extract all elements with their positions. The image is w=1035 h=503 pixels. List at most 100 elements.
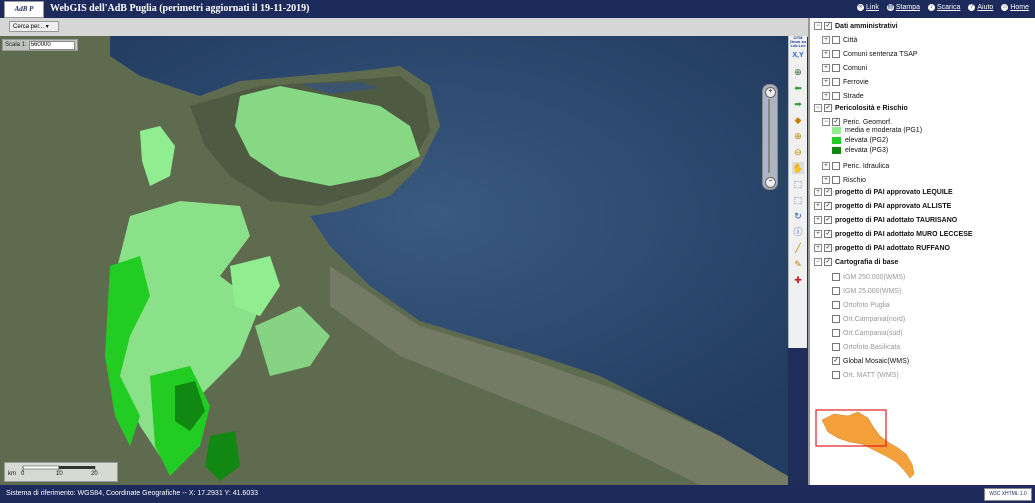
checkbox[interactable]: ✓ [824, 244, 832, 252]
zoom-in-button[interactable]: + [765, 87, 776, 98]
layer-group-pericolosita[interactable]: − ✓ Pericolosità e Rischio [814, 104, 908, 112]
layer-pai-lequile[interactable]: + ✓ progetto di PAI approvato LEQUILE [814, 188, 953, 196]
w3c-badge[interactable]: W3C XHTML 1.0 [984, 488, 1032, 501]
collapse-icon[interactable]: − [814, 258, 822, 266]
checkbox[interactable] [832, 162, 840, 170]
pin-icon[interactable]: ✚ [792, 274, 804, 286]
checkbox[interactable] [832, 176, 840, 184]
layer-ort-campania-nord[interactable]: Ort.Campania(nord) [832, 315, 905, 323]
checkbox[interactable]: ✓ [824, 258, 832, 266]
back-icon[interactable]: ⬅ [792, 82, 804, 94]
scale-label: Scala 1: [5, 42, 27, 48]
layer-peric-idraulica[interactable]: + Peric. Idraulica [822, 162, 889, 170]
link-button[interactable]: ∞ Link [857, 4, 879, 11]
expand-icon[interactable]: + [822, 162, 830, 170]
checkbox[interactable] [832, 315, 840, 323]
checkbox[interactable] [832, 287, 840, 295]
zoom-extent-icon[interactable]: ⊕ [792, 66, 804, 78]
checkbox[interactable]: ✓ [824, 22, 832, 30]
home-button[interactable]: ⌂ Home [1001, 4, 1029, 11]
checkbox[interactable]: ✓ [832, 118, 840, 126]
identify-icon[interactable]: ◆ [792, 114, 804, 126]
expand-icon[interactable]: + [822, 36, 830, 44]
checkbox[interactable] [832, 64, 840, 72]
select-box-icon[interactable]: ⬚ [792, 194, 804, 206]
layer-igm-250[interactable]: IGM 250.000(WMS) [832, 273, 905, 281]
layer-pai-muro-leccese[interactable]: + ✓ progetto di PAI adottato MURO LECCESE [814, 230, 973, 238]
layer-ortofoto-basilicata[interactable]: Ortofoto Basilicata [832, 343, 900, 351]
layer-ferrovie[interactable]: + Ferrovie [822, 78, 869, 86]
checkbox[interactable] [832, 50, 840, 58]
expand-icon[interactable]: + [822, 64, 830, 72]
help-button[interactable]: ? Aiuto [968, 4, 993, 11]
search-dropdown[interactable]: Cerca per... ▾ [9, 21, 59, 32]
layer-label: Peric. Geomorf. [843, 118, 893, 126]
pan-icon[interactable]: ✋ [792, 162, 804, 174]
refresh-icon[interactable]: ↻ [792, 210, 804, 222]
layer-comuni[interactable]: + Comuni [822, 64, 867, 72]
expand-icon[interactable]: + [814, 188, 822, 196]
zoom-out-button[interactable]: − [765, 177, 776, 188]
collapse-icon[interactable]: − [814, 22, 822, 30]
zoom-in-icon[interactable]: ⊕ [792, 130, 804, 142]
expand-icon[interactable]: + [814, 216, 822, 224]
clear-icon[interactable]: ✎ [792, 258, 804, 270]
layer-citta[interactable]: + Città [822, 36, 857, 44]
checkbox[interactable]: ✓ [824, 104, 832, 112]
expand-icon[interactable]: + [814, 230, 822, 238]
zoom-slider[interactable]: + − [762, 84, 778, 190]
expand-icon[interactable]: + [814, 202, 822, 210]
zoom-out-icon[interactable]: ⊖ [792, 146, 804, 158]
checkbox[interactable]: ✓ [824, 202, 832, 210]
download-button[interactable]: ↓ Scarica [928, 4, 960, 11]
xy-icon[interactable]: X,Y [792, 50, 804, 62]
layer-ortofoto-puglia[interactable]: Ortofoto Puglia [832, 301, 890, 309]
layer-ort-matt[interactable]: Ort. MATT (WMS) [832, 371, 899, 379]
measure-icon[interactable]: ╱ [792, 242, 804, 254]
zoom-track[interactable] [768, 99, 770, 173]
layer-igm-25[interactable]: IGM 25.000(WMS) [832, 287, 901, 295]
expand-icon[interactable]: + [814, 244, 822, 252]
expand-icon[interactable]: + [822, 78, 830, 86]
checkbox[interactable]: ✓ [824, 188, 832, 196]
layer-ort-campania-sud[interactable]: Ort.Campania(sud) [832, 329, 903, 337]
print-button[interactable]: ▤ Stampa [886, 4, 920, 11]
checkbox[interactable] [832, 36, 840, 44]
overview-map[interactable] [814, 402, 922, 482]
checkbox[interactable] [832, 92, 840, 100]
checkbox[interactable]: ✓ [824, 216, 832, 224]
info-icon[interactable]: ⓘ [792, 226, 804, 238]
scale-input[interactable] [28, 40, 75, 50]
collapse-icon[interactable]: − [814, 104, 822, 112]
checkbox[interactable]: ✓ [824, 230, 832, 238]
forward-icon[interactable]: ➡ [792, 98, 804, 110]
layer-pai-taurisano[interactable]: + ✓ progetto di PAI adottato TAURISANO [814, 216, 957, 224]
layer-label: progetto di PAI adottato RUFFANO [835, 244, 950, 252]
checkbox[interactable]: ✓ [832, 357, 840, 365]
checkbox[interactable] [832, 273, 840, 281]
layer-pai-ruffano[interactable]: + ✓ progetto di PAI adottato RUFFANO [814, 244, 950, 252]
map-canvas[interactable]: Scala 1: + − km 0 10 20 [0, 36, 788, 485]
layer-peric-geomorf[interactable]: − ✓ Peric. Geomorf. [822, 118, 892, 126]
layer-rischio[interactable]: + Rischio [822, 176, 866, 184]
select-point-icon[interactable]: ⬚ [792, 178, 804, 190]
expand-icon[interactable]: + [822, 50, 830, 58]
satellite-map[interactable] [0, 36, 788, 485]
layer-global-mosaic[interactable]: ✓ Global Mosaic(WMS) [832, 357, 909, 365]
checkbox[interactable] [832, 78, 840, 86]
layer-comuni-tsap[interactable]: + Comuni sentenza TSAP [822, 50, 918, 58]
adb-logo[interactable]: AdB P [4, 1, 44, 18]
collapse-icon[interactable]: − [822, 118, 830, 126]
checkbox[interactable] [832, 301, 840, 309]
layer-pai-alliste[interactable]: + ✓ progetto di PAI approvato ALLISTE [814, 202, 951, 210]
layer-group-dati-amministrativi[interactable]: − ✓ Dati amministrativi [814, 22, 898, 30]
checkbox[interactable] [832, 371, 840, 379]
layer-group-cartografia[interactable]: − ✓ Cartografia di base [814, 258, 898, 266]
expand-icon[interactable]: + [822, 92, 830, 100]
layer-strade[interactable]: + Strade [822, 92, 864, 100]
legend-label: elevata (PG2) [845, 137, 889, 144]
expand-icon[interactable]: + [822, 176, 830, 184]
osm-button[interactable]: OTM Omm su Leb Lee [790, 36, 806, 48]
checkbox[interactable] [832, 343, 840, 351]
checkbox[interactable] [832, 329, 840, 337]
